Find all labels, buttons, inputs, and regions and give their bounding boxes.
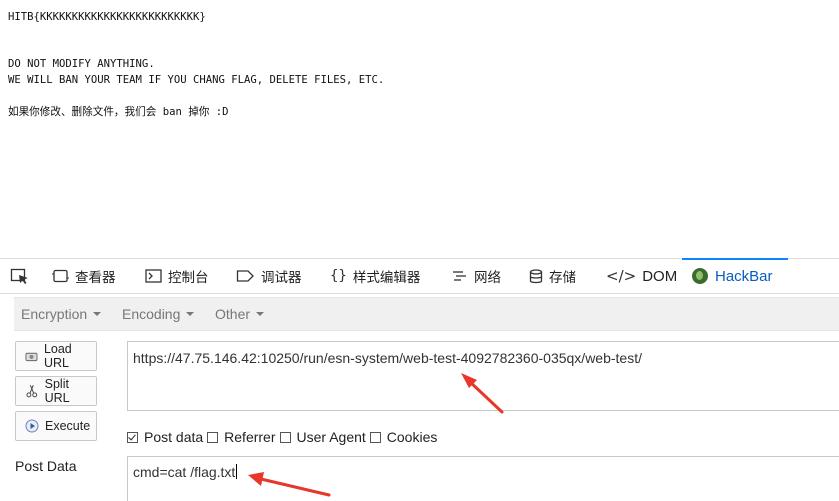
checkbox-label: Post data bbox=[144, 429, 204, 445]
menu-label: Other bbox=[215, 306, 251, 322]
load-url-button[interactable]: Load URL bbox=[15, 341, 97, 371]
hackbar-toolbar: Encryption Encoding Other bbox=[14, 297, 839, 331]
warning-line-2: WE WILL BAN YOUR TEAM IF YOU CHANG FLAG,… bbox=[8, 74, 385, 86]
execute-button[interactable]: Execute bbox=[15, 411, 97, 441]
button-label: Load URL bbox=[43, 342, 72, 370]
tab-network[interactable]: 网络 bbox=[452, 259, 501, 293]
checkbox-checked-icon bbox=[127, 431, 138, 443]
element-picker-icon bbox=[10, 268, 28, 284]
tab-inspector[interactable]: 查看器 bbox=[52, 259, 116, 293]
scissors-icon bbox=[26, 384, 38, 398]
chevron-down-icon bbox=[256, 312, 265, 316]
tab-dom[interactable]: </> DOM bbox=[606, 259, 677, 293]
debugger-icon bbox=[236, 270, 254, 282]
tab-style-editor[interactable]: {} 样式编辑器 bbox=[330, 259, 420, 293]
encoding-menu[interactable]: Encoding bbox=[122, 298, 195, 330]
tab-label: 网络 bbox=[474, 270, 501, 286]
options-checkboxes: Post data Referrer User Agent Cookies bbox=[127, 427, 441, 447]
text-cursor bbox=[236, 464, 238, 479]
post-data-textarea[interactable]: cmd=cat /flag.txt bbox=[127, 456, 839, 501]
console-icon bbox=[145, 269, 162, 283]
tab-label: 控制台 bbox=[168, 270, 209, 286]
hackbar-logo-icon bbox=[692, 268, 708, 284]
devtools-tab-bar: 查看器 控制台 调试器 {} 样式编辑器 网络 存储 </> DOM HackB… bbox=[0, 258, 839, 294]
dom-icon: </> bbox=[606, 267, 637, 285]
play-icon bbox=[25, 419, 39, 433]
flag-line: HITB{KKKKKKKKKKKKKKKKKKKKKKKKK} bbox=[8, 11, 206, 23]
cookies-checkbox[interactable]: Cookies bbox=[369, 429, 438, 445]
menu-label: Encryption bbox=[21, 306, 88, 322]
checkbox-icon bbox=[279, 431, 291, 443]
inspector-icon bbox=[52, 269, 69, 283]
button-label: Execute bbox=[45, 419, 91, 433]
checkbox-label: Cookies bbox=[386, 429, 438, 445]
split-url-button[interactable]: Split URL bbox=[15, 376, 97, 406]
other-menu[interactable]: Other bbox=[215, 298, 265, 330]
element-picker-button[interactable] bbox=[10, 259, 30, 293]
tab-label: 样式编辑器 bbox=[352, 270, 421, 286]
menu-label: Encoding bbox=[122, 306, 181, 322]
warning-line-chinese: 如果你修改、删除文件，我们会 ban 掉你 :D bbox=[8, 106, 229, 118]
style-editor-icon: {} bbox=[330, 268, 347, 284]
tab-console[interactable]: 控制台 bbox=[145, 259, 209, 293]
tab-label: HackBar bbox=[715, 267, 773, 285]
post-data-checkbox[interactable]: Post data bbox=[127, 429, 203, 445]
referrer-checkbox[interactable]: Referrer bbox=[207, 429, 276, 445]
checkbox-icon bbox=[369, 431, 381, 443]
warning-line-1: DO NOT MODIFY ANYTHING. bbox=[8, 58, 155, 70]
user-agent-checkbox[interactable]: User Agent bbox=[279, 429, 366, 445]
post-data-label: Post Data bbox=[15, 458, 77, 474]
url-textarea[interactable]: https://47.75.146.42:10250/run/esn-syste… bbox=[127, 341, 839, 411]
chevron-down-icon bbox=[186, 312, 195, 316]
network-icon bbox=[453, 271, 466, 281]
url-value: https://47.75.146.42:10250/run/esn-syste… bbox=[133, 350, 642, 366]
checkbox-label: User Agent bbox=[296, 429, 366, 445]
storage-icon bbox=[529, 268, 543, 283]
post-data-text: cmd=cat /flag.txt bbox=[133, 464, 238, 480]
tab-debugger[interactable]: 调试器 bbox=[236, 259, 302, 293]
checkbox-icon bbox=[207, 431, 219, 443]
chevron-down-icon bbox=[93, 312, 102, 316]
checkbox-label: Referrer bbox=[224, 429, 276, 445]
post-data-value: cmd=cat /flag.txt bbox=[133, 464, 236, 480]
tab-label: 存储 bbox=[549, 270, 576, 286]
tab-label: 调试器 bbox=[261, 270, 302, 286]
button-label: Split URL bbox=[44, 377, 70, 405]
tab-hackbar[interactable]: HackBar bbox=[682, 258, 787, 293]
tab-label: 查看器 bbox=[75, 270, 116, 286]
tab-storage[interactable]: 存储 bbox=[529, 259, 576, 293]
tab-label: DOM bbox=[642, 267, 678, 285]
load-url-icon bbox=[25, 352, 38, 362]
devtools-panel: 查看器 控制台 调试器 {} 样式编辑器 网络 存储 </> DOM HackB… bbox=[0, 258, 839, 501]
encryption-menu[interactable]: Encryption bbox=[21, 298, 102, 330]
